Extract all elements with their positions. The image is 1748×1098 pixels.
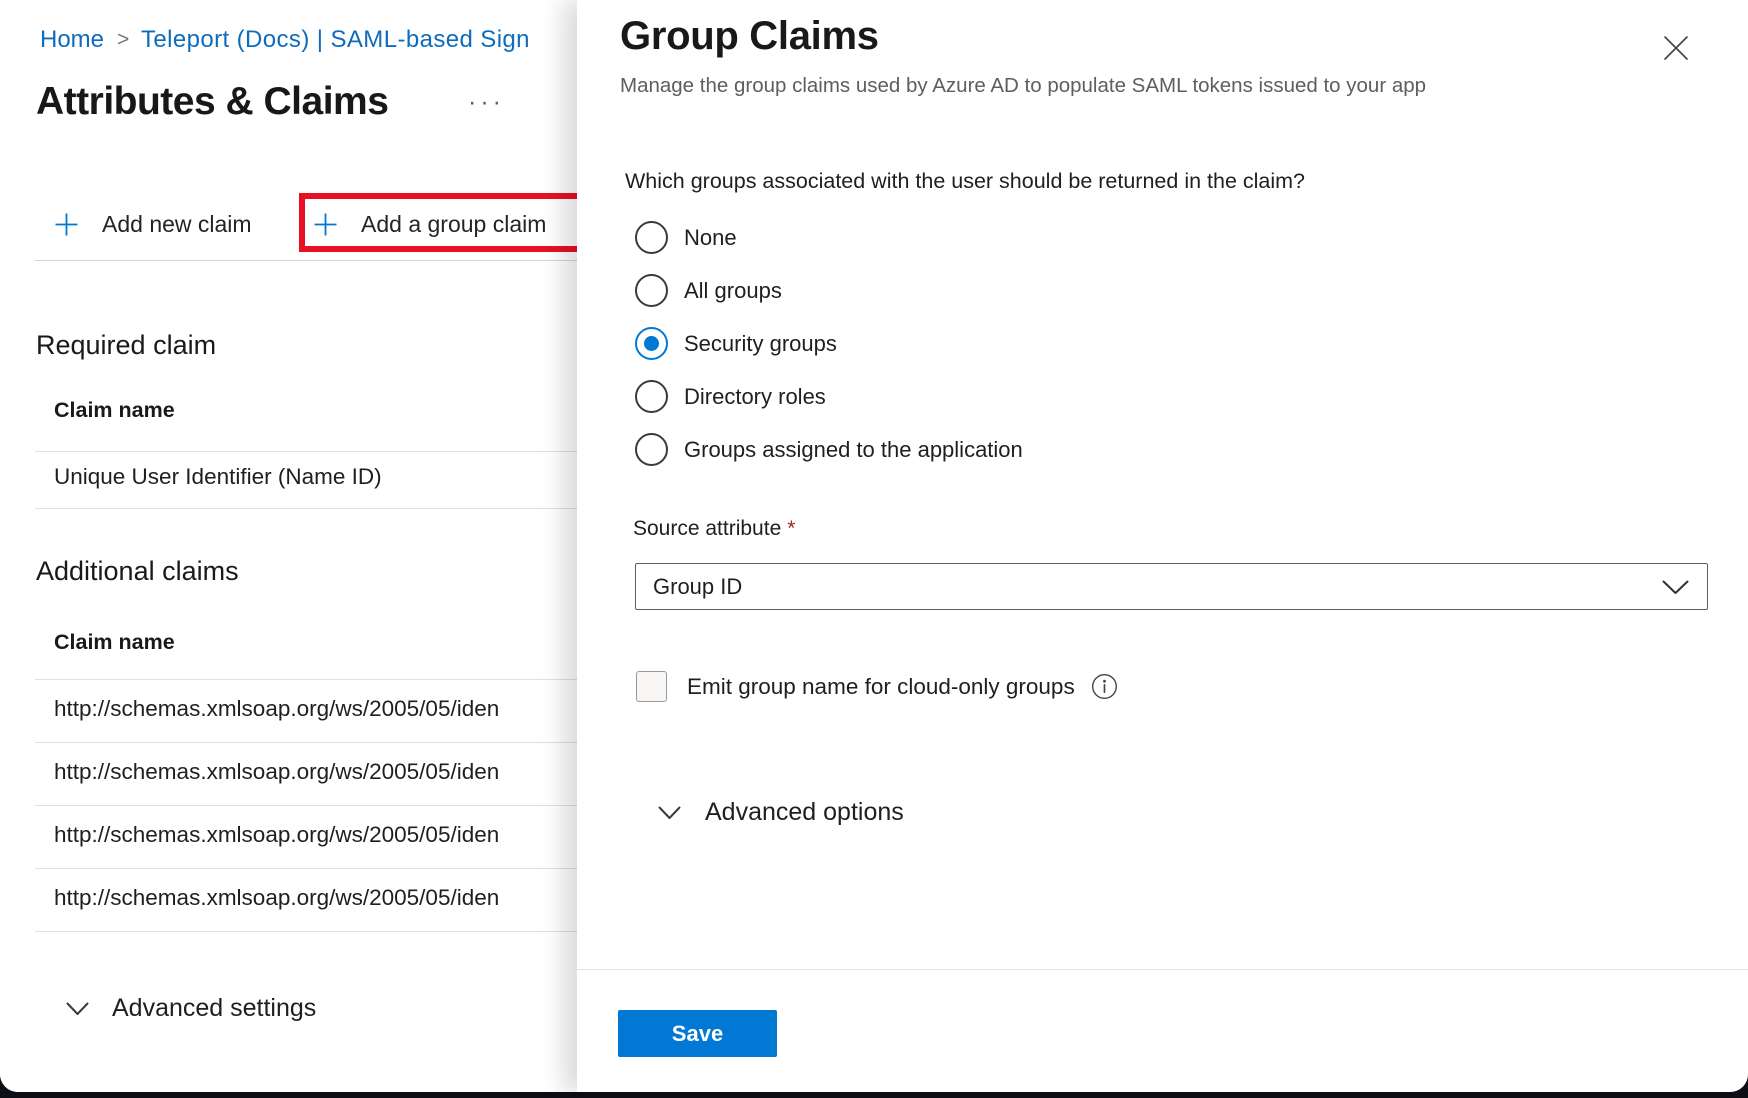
- save-button-label: Save: [672, 1021, 723, 1047]
- add-new-claim-button[interactable]: Add new claim: [54, 198, 252, 250]
- command-bar-divider: [35, 260, 577, 261]
- additional-claim-row[interactable]: http://schemas.xmlsoap.org/ws/2005/05/id…: [54, 759, 577, 785]
- group-claims-question: Which groups associated with the user sh…: [625, 169, 1305, 194]
- breadcrumb-home-link[interactable]: Home: [40, 26, 104, 54]
- close-panel-button[interactable]: [1657, 29, 1695, 67]
- chevron-down-icon: [1662, 580, 1689, 595]
- plus-icon: [313, 212, 338, 237]
- source-attribute-label: Source attribute*: [633, 517, 795, 541]
- table-divider: [35, 508, 577, 509]
- claim-name-column-header: Claim name: [54, 398, 175, 423]
- screen-background: Home > Teleport (Docs) | SAML-based Sign…: [0, 0, 1748, 1098]
- claim-name-column-header: Claim name: [54, 630, 175, 655]
- add-group-claim-label: Add a group claim: [361, 211, 546, 238]
- radio-option-label: Directory roles: [684, 384, 826, 410]
- table-divider: [35, 868, 577, 869]
- emit-group-name-checkbox-row[interactable]: Emit group name for cloud-only groups: [636, 671, 1118, 702]
- more-options-button[interactable]: ···: [468, 88, 505, 117]
- radio-icon: [635, 274, 668, 307]
- browser-window: Home > Teleport (Docs) | SAML-based Sign…: [0, 0, 1748, 1092]
- advanced-options-label: Advanced options: [705, 798, 904, 827]
- required-claim-row[interactable]: Unique User Identifier (Name ID): [54, 464, 382, 490]
- checkbox-unchecked-icon[interactable]: [636, 671, 667, 702]
- radio-option-label: Groups assigned to the application: [684, 437, 1023, 463]
- source-attribute-value: Group ID: [653, 574, 742, 600]
- advanced-options-toggle[interactable]: Advanced options: [658, 798, 904, 827]
- chevron-down-icon: [66, 1002, 89, 1016]
- additional-claim-row[interactable]: http://schemas.xmlsoap.org/ws/2005/05/id…: [54, 696, 577, 722]
- breadcrumb-separator: >: [117, 28, 129, 52]
- panel-title: Group Claims: [620, 14, 879, 59]
- add-new-claim-label: Add new claim: [102, 211, 252, 238]
- chevron-down-icon: [658, 806, 681, 820]
- required-claim-heading: Required claim: [36, 330, 216, 361]
- radio-option-none[interactable]: None: [635, 221, 1023, 254]
- group-type-radio-group: None All groups Security groups Director…: [635, 221, 1023, 486]
- radio-icon: [635, 380, 668, 413]
- add-group-claim-button[interactable]: Add a group claim: [313, 198, 546, 250]
- radio-selected-icon: [635, 327, 668, 360]
- panel-subtitle: Manage the group claims used by Azure AD…: [620, 74, 1426, 98]
- radio-option-security-groups[interactable]: Security groups: [635, 327, 1023, 360]
- table-divider: [35, 931, 577, 932]
- breadcrumb-current-link[interactable]: Teleport (Docs) | SAML-based Sign: [141, 26, 530, 54]
- radio-option-label: All groups: [684, 278, 782, 304]
- radio-icon: [635, 433, 668, 466]
- radio-option-directory-roles[interactable]: Directory roles: [635, 380, 1023, 413]
- table-divider: [35, 805, 577, 806]
- radio-icon: [635, 221, 668, 254]
- info-icon[interactable]: [1091, 673, 1118, 700]
- additional-claims-heading: Additional claims: [36, 556, 239, 587]
- page-title: Attributes & Claims: [36, 80, 388, 124]
- plus-icon: [54, 212, 79, 237]
- table-divider: [35, 742, 577, 743]
- radio-option-groups-assigned[interactable]: Groups assigned to the application: [635, 433, 1023, 466]
- table-divider: [35, 451, 577, 452]
- advanced-settings-toggle[interactable]: Advanced settings: [66, 994, 316, 1023]
- source-attribute-dropdown[interactable]: Group ID: [635, 563, 1708, 610]
- close-icon: [1663, 35, 1689, 61]
- emit-group-name-label: Emit group name for cloud-only groups: [687, 674, 1075, 700]
- radio-option-label: None: [684, 225, 737, 251]
- additional-claim-row[interactable]: http://schemas.xmlsoap.org/ws/2005/05/id…: [54, 822, 577, 848]
- radio-option-all-groups[interactable]: All groups: [635, 274, 1023, 307]
- attributes-claims-page: Home > Teleport (Docs) | SAML-based Sign…: [0, 0, 577, 1092]
- radio-option-label: Security groups: [684, 331, 837, 357]
- table-divider: [35, 679, 577, 680]
- additional-claim-row[interactable]: http://schemas.xmlsoap.org/ws/2005/05/id…: [54, 885, 577, 911]
- save-button[interactable]: Save: [618, 1010, 777, 1057]
- advanced-settings-label: Advanced settings: [112, 994, 316, 1023]
- panel-footer-divider: [577, 969, 1748, 970]
- required-marker: *: [787, 517, 795, 540]
- group-claims-panel: Group Claims Manage the group claims use…: [577, 0, 1748, 1092]
